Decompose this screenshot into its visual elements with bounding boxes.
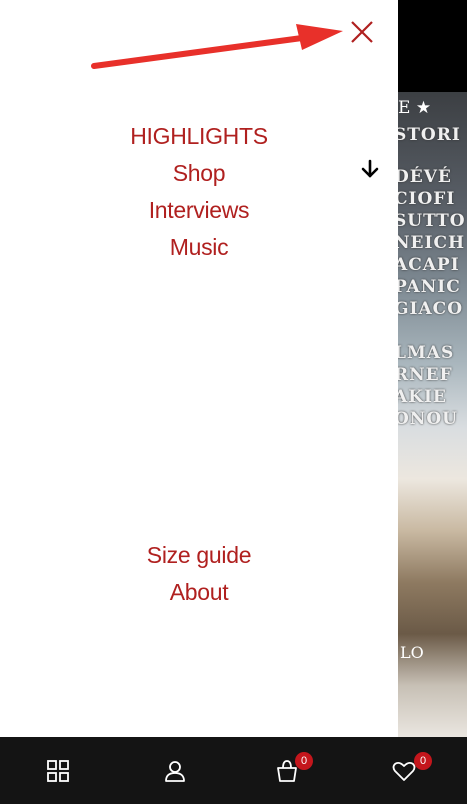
arrow-down-icon [361,159,379,178]
footer-fragment: LO [400,643,424,662]
secondary-menu: Size guide About [0,537,398,611]
hero-title-line: AKIE [394,387,447,407]
categories-button[interactable] [44,757,72,785]
hero-title-line: ACAPI [394,255,460,275]
menu-item-highlights[interactable]: HIGHLIGHTS [0,118,398,155]
wishlist-count-badge: 0 [414,752,432,770]
hero-title-line: NEICH [394,233,466,253]
side-drawer: HIGHLIGHTS Shop Interviews Music Size gu… [0,0,398,737]
close-icon [351,21,373,43]
menu-item-interviews[interactable]: Interviews [0,192,398,229]
menu-item-size-guide[interactable]: Size guide [0,537,398,574]
account-button[interactable] [161,757,189,785]
grid-icon [47,760,69,782]
hero-title-line: RNEF [394,365,453,385]
hero-title-line: PANIC [394,277,461,297]
hero-title-line: CIOFI [394,189,456,209]
primary-menu: HIGHLIGHTS Shop Interviews Music [0,118,398,266]
wishlist-button[interactable]: 0 [390,752,432,785]
hero-title-lines: STORI DÉVÉ CIOFI SUTTO NEICH ACAPI PANIC… [394,124,467,430]
menu-item-about[interactable]: About [0,574,398,611]
hero-title-line: SUTTO [394,211,466,231]
cart-count-badge: 0 [295,752,313,770]
hero-title-gap [394,320,467,342]
user-icon [165,761,185,782]
hero-title-line: DÉVÉ [394,167,452,187]
menu-item-music[interactable]: Music [0,229,398,266]
hero-title-line: GIACO [394,299,463,319]
hero-title-line: ONOU [394,409,458,429]
cart-button[interactable]: 0 [273,752,313,785]
bottom-navigation: 0 0 [0,737,467,804]
close-button[interactable] [346,16,378,48]
annotation-arrow [91,24,343,69]
hero-title-line: STORI [394,125,461,145]
hero-title-line: LMAS [394,343,455,363]
scroll-down-arrow[interactable] [358,157,382,181]
header-fragment: E ★ [398,98,432,118]
menu-item-shop[interactable]: Shop [0,155,398,192]
